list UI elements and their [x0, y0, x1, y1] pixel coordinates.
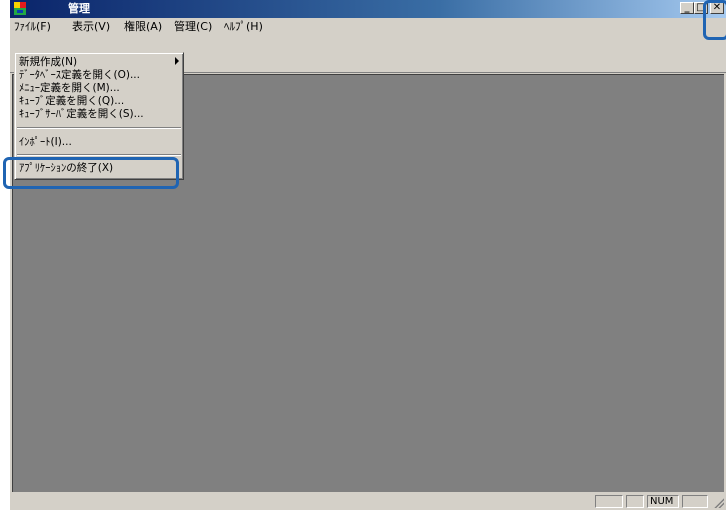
menu-separator [17, 127, 181, 129]
status-bar: NUM [10, 492, 726, 510]
menu-view[interactable]: 表示(V) [70, 20, 112, 34]
status-pane-4 [682, 495, 708, 508]
menu-file[interactable]: ﾌｧｲﾙ(F) [12, 20, 53, 34]
status-pane-1 [595, 495, 623, 508]
app-icon[interactable] [14, 2, 26, 15]
highlight-exit-item [3, 157, 179, 189]
window-title: 管理 [68, 2, 90, 15]
status-pane-num: NUM [647, 495, 679, 508]
resize-grip-icon[interactable] [714, 498, 724, 508]
menu-item-open-cube[interactable]: ｷｭｰﾌﾞ定義を開く(Q)... [19, 95, 124, 108]
menu-item-import[interactable]: ｲﾝﾎﾟｰﾄ(I)... [19, 136, 72, 149]
menu-separator [17, 154, 181, 156]
highlight-close-button [703, 0, 726, 40]
submenu-arrow-icon [175, 57, 179, 65]
menu-admin[interactable]: 管理(C) [172, 20, 214, 34]
menu-item-open-cube-server[interactable]: ｷｭｰﾌﾞｻｰﾊﾞ定義を開く(S)... [19, 108, 144, 121]
minimize-button[interactable]: _ [680, 2, 694, 14]
status-pane-2 [626, 495, 644, 508]
menu-item-open-menu[interactable]: ﾒﾆｭｰ定義を開く(M)... [19, 82, 120, 95]
menu-help[interactable]: ﾍﾙﾌﾟ(H) [222, 20, 265, 34]
menu-item-new[interactable]: 新規作成(N) [19, 56, 77, 69]
menu-item-open-database[interactable]: ﾃﾞｰﾀﾍﾞｰｽ定義を開く(O)... [19, 69, 140, 82]
menu-authority[interactable]: 権限(A) [122, 20, 164, 34]
menu-bar: ﾌｧｲﾙ(F) 表示(V) 権限(A) 管理(C) ﾍﾙﾌﾟ(H) [10, 18, 726, 36]
title-bar[interactable]: 管理 _ □ ✕ [10, 0, 726, 18]
